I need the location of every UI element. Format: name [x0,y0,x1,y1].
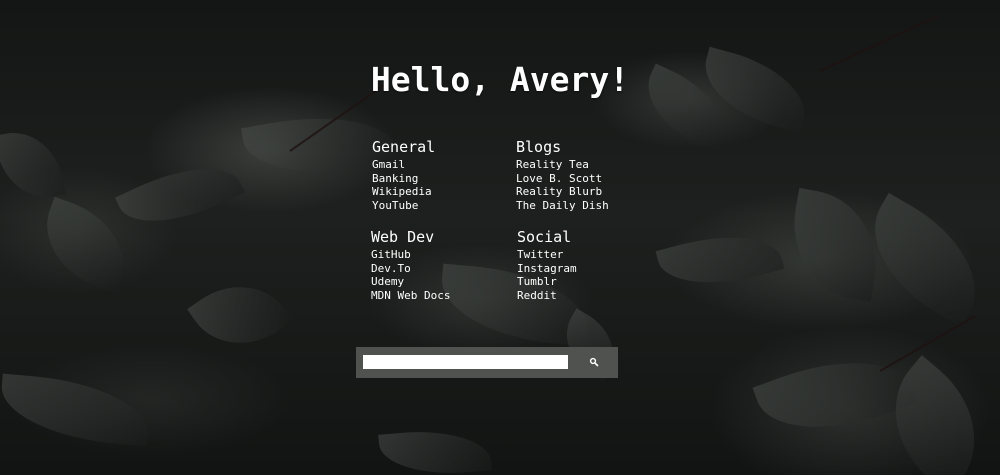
search-icon [589,357,599,366]
link-reality-tea[interactable]: Reality Tea [516,158,609,172]
link-gmail[interactable]: Gmail [372,158,435,172]
leaf-decoration [0,125,66,205]
leaf-decoration [378,425,492,475]
link-banking[interactable]: Banking [372,172,435,186]
group-title: Blogs [516,138,562,156]
leaf-decoration [752,336,918,454]
link-instagram[interactable]: Instagram [517,262,577,276]
link-dev-to[interactable]: Dev.To [371,262,450,276]
link-twitter[interactable]: Twitter [517,248,577,262]
link-group-general: General Gmail Banking Wikipedia YouTube [372,138,435,212]
link-tumblr[interactable]: Tumblr [517,275,577,289]
leaf-decoration [655,220,785,300]
link-reddit[interactable]: Reddit [517,289,577,303]
leaf-decoration [782,187,888,303]
link-youtube[interactable]: YouTube [372,199,435,213]
group-title: Social [517,228,572,246]
link-github[interactable]: GitHub [371,248,450,262]
search-button[interactable] [582,353,606,371]
greeting-heading: Hello, Avery! [370,60,630,99]
group-title: Web Dev [371,228,435,246]
link-mdn-web-docs[interactable]: MDN Web Docs [371,289,450,303]
leaf-decoration [187,263,293,367]
leaf-decoration [115,146,245,244]
link-love-b-scott[interactable]: Love B. Scott [516,172,609,186]
link-reality-blurb[interactable]: Reality Blurb [516,185,609,199]
link-group-blogs: Blogs Reality Tea Love B. Scott Reality … [516,138,609,212]
search-input[interactable] [363,355,568,369]
search-bar [356,347,618,378]
background-photo: Hello, Avery! General Gmail Banking Wiki… [0,0,1000,475]
link-wikipedia[interactable]: Wikipedia [372,185,435,199]
leaf-decoration [0,373,153,447]
link-udemy[interactable]: Udemy [371,275,450,289]
link-the-daily-dish[interactable]: The Daily Dish [516,199,609,213]
link-group-social: Social Twitter Instagram Tumblr Reddit [517,228,577,302]
group-title: General [372,138,436,156]
link-group-web-dev: Web Dev GitHub Dev.To Udemy MDN Web Docs [371,228,450,302]
